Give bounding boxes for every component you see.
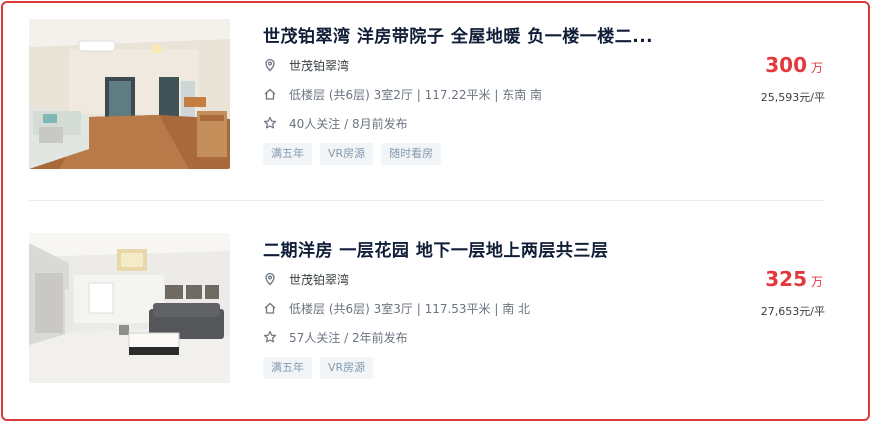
location-pin-icon (263, 58, 277, 72)
listing-title[interactable]: 二期洋房 一层花园 地下一层地上两层共三层 (263, 236, 608, 261)
tag-list: 满五年 VR房源 随时看房 (263, 143, 442, 165)
tag-list: 满五年 VR房源 (263, 357, 374, 379)
community-row: 世茂铂翠湾 (263, 56, 349, 74)
star-icon (263, 116, 277, 130)
house-info: 低楼层 (共6层) 3室3厅 | 117.53平米 | 南 北 (289, 301, 531, 316)
house-info-row: 低楼层 (共6层) 3室2厅 | 117.22平米 | 东南 南 (263, 85, 542, 103)
tag: 随时看房 (381, 143, 442, 165)
total-price-value: 300 (765, 53, 807, 77)
listing-item[interactable]: 世茂铂翠湾 洋房带院子 全屋地暖 负一楼一楼二... 世茂铂翠湾 低楼层 (共6… (29, 19, 829, 169)
total-price-value: 325 (765, 267, 807, 291)
house-info: 低楼层 (共6层) 3室2厅 | 117.22平米 | 东南 南 (289, 87, 543, 102)
unit-price: 25,593元/平 (760, 91, 825, 104)
house-icon (263, 301, 277, 315)
star-icon (263, 330, 277, 344)
follow-info-row: 57人关注 / 2年前发布 (263, 328, 408, 346)
tag: 满五年 (263, 357, 312, 379)
community-link[interactable]: 世茂铂翠湾 (289, 57, 349, 74)
listing-photo[interactable] (29, 19, 230, 169)
listing-photo[interactable] (29, 233, 230, 383)
listing-item[interactable]: 二期洋房 一层花园 地下一层地上两层共三层 世茂铂翠湾 低楼层 (共6层) 3室… (29, 233, 829, 383)
community-link[interactable]: 世茂铂翠湾 (289, 271, 349, 288)
location-pin-icon (263, 272, 277, 286)
follow-info: 57人关注 / 2年前发布 (289, 330, 408, 345)
total-price: 300 万 (765, 53, 823, 77)
tag: VR房源 (320, 143, 374, 165)
divider (29, 200, 825, 201)
follow-info-row: 40人关注 / 8月前发布 (263, 114, 408, 132)
listing-panel: 世茂铂翠湾 洋房带院子 全屋地暖 负一楼一楼二... 世茂铂翠湾 低楼层 (共6… (1, 1, 870, 421)
community-row: 世茂铂翠湾 (263, 270, 349, 288)
tag: 满五年 (263, 143, 312, 165)
follow-info: 40人关注 / 8月前发布 (289, 116, 408, 131)
total-price: 325 万 (765, 267, 823, 291)
listing-title[interactable]: 世茂铂翠湾 洋房带院子 全屋地暖 负一楼一楼二... (263, 22, 653, 47)
tag: VR房源 (320, 357, 374, 379)
unit-price: 27,653元/平 (760, 305, 825, 318)
house-icon (263, 87, 277, 101)
total-price-unit: 万 (810, 61, 823, 75)
total-price-unit: 万 (810, 275, 823, 289)
house-info-row: 低楼层 (共6层) 3室3厅 | 117.53平米 | 南 北 (263, 299, 530, 317)
